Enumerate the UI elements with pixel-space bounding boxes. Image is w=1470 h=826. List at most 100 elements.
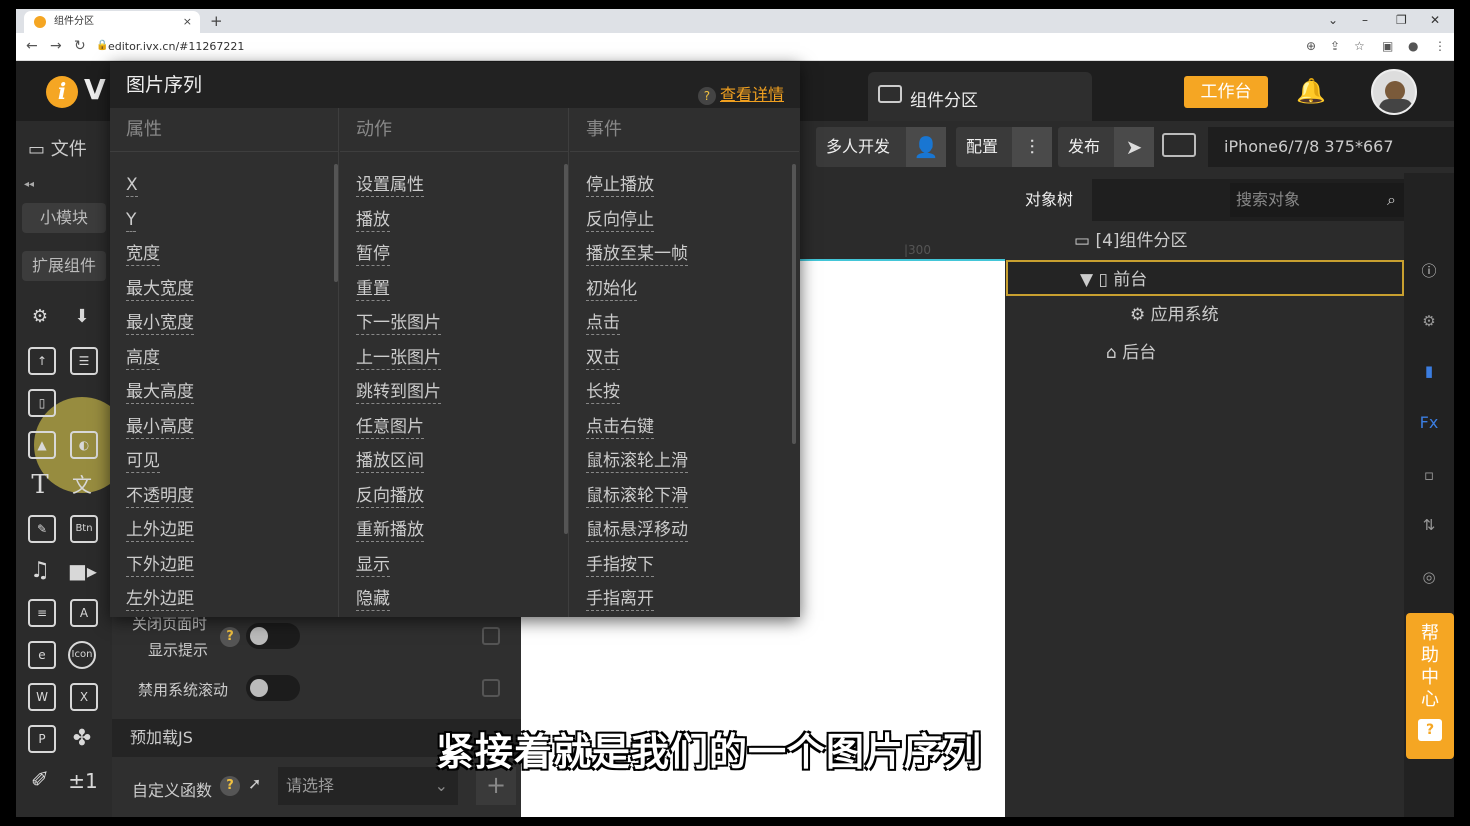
event-item[interactable]: 长按 (586, 381, 620, 404)
property-item[interactable]: 高度 (126, 347, 160, 370)
action-item[interactable]: 重新播放 (356, 519, 424, 542)
action-item[interactable]: 播放 (356, 209, 390, 232)
new-tab-button[interactable]: + (210, 9, 223, 33)
upload-icon[interactable]: ↑ (28, 347, 56, 375)
reload-icon[interactable]: ↻ (74, 38, 86, 54)
event-item[interactable]: 反向停止 (586, 209, 654, 232)
event-item[interactable]: 双击 (586, 347, 620, 370)
word-icon[interactable]: W (28, 683, 56, 711)
richtext-icon[interactable]: ≡ (28, 599, 56, 627)
property-item[interactable]: 上外边距 (126, 519, 194, 542)
action-item[interactable]: 跳转到图片 (356, 381, 441, 404)
scrollbar[interactable] (334, 164, 338, 282)
music-icon[interactable]: ♫ (26, 557, 54, 585)
action-item[interactable]: 上一张图片 (356, 347, 441, 370)
info-icon[interactable]: ⓘ (1416, 259, 1442, 283)
copy-prop-icon[interactable] (482, 679, 500, 697)
iframe-icon[interactable]: e (28, 641, 56, 669)
property-item[interactable]: 宽度 (126, 243, 160, 266)
action-item[interactable]: 下一张图片 (356, 312, 441, 335)
layout-icon[interactable]: ☰ (70, 347, 98, 375)
ppt-icon[interactable]: P (28, 725, 56, 753)
property-item[interactable]: 最小高度 (126, 416, 194, 439)
object-tree-title[interactable]: 对象树 (1006, 179, 1092, 221)
property-item[interactable]: 最大宽度 (126, 278, 194, 301)
close-hint-toggle[interactable] (246, 623, 300, 649)
action-item[interactable]: 隐藏 (356, 588, 390, 611)
function-icon[interactable]: Fx (1416, 411, 1442, 435)
help-center-button[interactable]: 帮助中心 ? (1406, 613, 1454, 759)
tab-search-icon[interactable]: ⌄ (1328, 9, 1338, 31)
event-item[interactable]: 点击右键 (586, 416, 654, 439)
cursor-pick-icon[interactable]: ➚ (248, 774, 261, 793)
restore-icon[interactable]: ❐ (1396, 9, 1407, 31)
event-item[interactable]: 停止播放 (586, 174, 654, 197)
action-item[interactable]: 播放区间 (356, 450, 424, 473)
back-icon[interactable]: ← (26, 38, 38, 54)
event-item[interactable]: 鼠标滚轮上滑 (586, 450, 688, 473)
device-selector[interactable]: iPhone6/7/8 375*667 (1208, 127, 1454, 167)
property-item[interactable]: Y (126, 209, 137, 232)
property-item[interactable]: 下外边距 (126, 554, 194, 577)
event-item[interactable]: 点击 (586, 312, 620, 335)
workbench-button[interactable]: 工作台 (1184, 76, 1268, 108)
custom-func-select[interactable]: 请选择 ⌄ (278, 767, 458, 805)
help-question-icon[interactable]: ? (220, 627, 240, 647)
copy-prop-icon[interactable] (482, 627, 500, 645)
image-sequence-icon[interactable]: ◐ (70, 431, 98, 459)
property-item[interactable]: 最大高度 (126, 381, 194, 404)
chat-icon[interactable]: ▮ (1416, 359, 1442, 383)
tree-node-back[interactable]: ⌂ 后台 (1006, 335, 1404, 371)
small-module-button[interactable]: 小模块 (22, 203, 106, 233)
scrollbar[interactable] (792, 164, 796, 444)
event-item[interactable]: 手指按下 (586, 554, 654, 577)
action-item[interactable]: 设置属性 (356, 174, 424, 197)
disable-scroll-toggle[interactable] (246, 675, 300, 701)
menu-icon[interactable]: ⋮ (1434, 39, 1446, 53)
minimize-icon[interactable]: – (1362, 9, 1368, 31)
close-tab-icon[interactable]: × (183, 11, 192, 33)
excel-icon[interactable]: X (70, 683, 98, 711)
property-item[interactable]: 左外边距 (126, 588, 194, 611)
multi-dev-button[interactable]: 多人开发 👤 (816, 127, 946, 167)
property-item[interactable]: 最小宽度 (126, 312, 194, 335)
sidepanel-icon[interactable]: ▣ (1382, 39, 1393, 53)
property-item[interactable]: 可见 (126, 450, 160, 473)
tree-node-front[interactable]: ▼ ▯ 前台 (1006, 260, 1404, 296)
profile-icon[interactable]: ● (1408, 39, 1418, 53)
event-item[interactable]: 初始化 (586, 278, 637, 301)
search-icon[interactable]: ⌕ (1387, 183, 1396, 217)
url-text[interactable]: editor.ivx.cn/#11267221 (108, 40, 244, 53)
property-item[interactable]: X (126, 174, 138, 197)
property-item[interactable]: 不透明度 (126, 485, 194, 508)
edit-icon[interactable]: ✎ (28, 515, 56, 543)
target-icon[interactable]: ◎ (1416, 565, 1442, 589)
video-icon[interactable]: ■▸ (68, 557, 97, 585)
search-object-input[interactable]: 搜索对象 ⌕ (1230, 183, 1404, 217)
event-item[interactable]: 播放至某一帧 (586, 243, 688, 266)
textarea-icon[interactable]: A (70, 599, 98, 627)
swap-icon[interactable]: ⇅ (1416, 513, 1442, 537)
config-button[interactable]: 配置 ⫶ (956, 127, 1052, 167)
counter-icon[interactable]: ±1 (66, 767, 100, 795)
event-item[interactable]: 鼠标悬浮移动 (586, 519, 688, 542)
bell-icon[interactable]: 🔔 (1296, 77, 1326, 105)
gallery-icon[interactable]: ✤ (68, 725, 96, 753)
forward-icon[interactable]: → (50, 38, 62, 54)
button-icon[interactable]: Btn (70, 515, 98, 543)
device-preview-icon[interactable] (1162, 133, 1196, 157)
copy-icon[interactable]: ▯ (28, 389, 56, 417)
icon-component-icon[interactable]: Icon (68, 641, 96, 669)
bookmark-star-icon[interactable]: ☆ (1354, 39, 1365, 53)
share-icon[interactable]: ⇪ (1330, 39, 1340, 53)
download-icon[interactable]: ⬇ (68, 303, 96, 331)
close-window-icon[interactable]: ✕ (1430, 9, 1440, 31)
event-item[interactable]: 手指离开 (586, 588, 654, 611)
browser-tab[interactable]: 组件分区 × (24, 11, 200, 33)
tree-node-root[interactable]: ▭ [4]组件分区 (1006, 223, 1404, 259)
action-item[interactable]: 反向播放 (356, 485, 424, 508)
formula-icon[interactable]: ✐ (26, 767, 54, 795)
action-item[interactable]: 显示 (356, 554, 390, 577)
image-icon[interactable]: ▲ (28, 431, 56, 459)
action-item[interactable]: 暂停 (356, 243, 390, 266)
